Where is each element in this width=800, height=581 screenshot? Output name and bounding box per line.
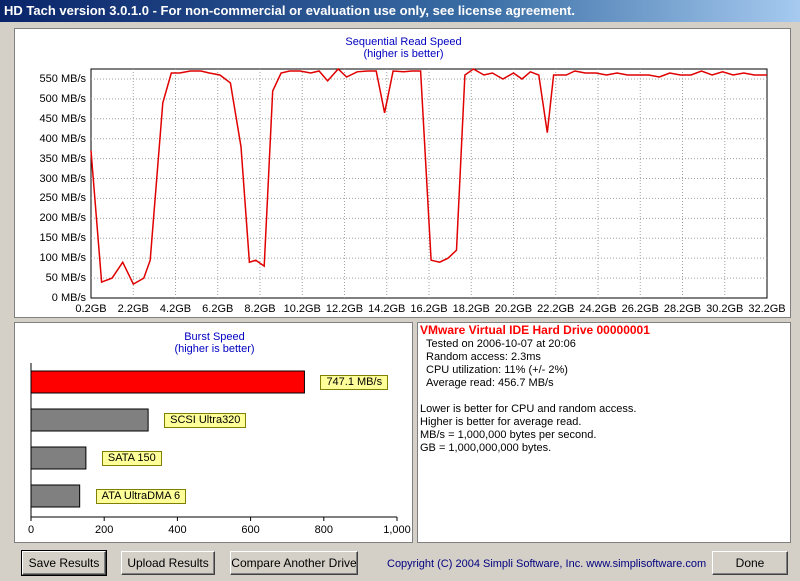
random-access: Random access: 2.3ms: [426, 351, 541, 363]
read-x-tick-label: 32.2GB: [748, 303, 786, 315]
burst-chart-plot: [30, 363, 398, 521]
save-results-button[interactable]: Save Results: [21, 550, 107, 576]
window-title-bar: HD Tach version 3.0.1.0 - For non-commer…: [0, 0, 800, 22]
read-chart-panel: Sequential Read Speed (higher is better)…: [14, 28, 791, 318]
burst-bar: [30, 370, 305, 394]
burst-bar: [30, 446, 87, 470]
drive-info-panel: VMware Virtual IDE Hard Drive 00000001 T…: [417, 322, 791, 543]
read-y-tick-label: 550 MB/s: [39, 72, 86, 85]
read-y-tick-label: 100 MB/s: [39, 252, 86, 265]
read-x-tick-label: 28.2GB: [663, 303, 702, 315]
burst-bar-label: 747.1 MB/s: [320, 375, 389, 390]
read-y-tick-label: 250 MB/s: [39, 192, 86, 205]
read-y-tick-label: 150 MB/s: [39, 232, 86, 245]
read-x-tick-label: 18.2GB: [452, 303, 490, 315]
burst-bar: [30, 408, 149, 432]
read-plot-area: [90, 68, 768, 299]
read-y-tick-label: 400 MB/s: [39, 132, 86, 145]
read-x-tick-label: 14.2GB: [368, 303, 406, 315]
read-y-tick-label: 300 MB/s: [39, 172, 86, 185]
read-chart-plot: [90, 67, 768, 299]
read-x-tick-label: 16.2GB: [410, 303, 448, 315]
read-x-tick-label: 10.2GB: [283, 303, 321, 315]
average-read: Average read: 456.7 MB/s: [426, 377, 554, 389]
read-x-tick-label: 0.2GB: [75, 303, 107, 315]
read-x-tick-label: 26.2GB: [621, 303, 659, 315]
read-x-tick-label: 30.2GB: [706, 303, 744, 315]
tested-on: Tested on 2006-10-07 at 20:06: [426, 338, 576, 350]
done-button[interactable]: Done: [712, 551, 788, 575]
info-note-cpu: Lower is better for CPU and random acces…: [420, 403, 637, 415]
info-note-read: Higher is better for average read.: [420, 416, 582, 428]
read-x-tick-label: 20.2GB: [494, 303, 533, 315]
read-y-tick-label: 500 MB/s: [39, 92, 86, 105]
read-x-tick-label: 24.2GB: [579, 303, 617, 315]
burst-bar-label: SCSI Ultra320: [164, 413, 247, 428]
read-x-tick-label: 2.2GB: [117, 303, 149, 315]
burst-bar-label: SATA 150: [101, 451, 162, 466]
info-note-mbs: MB/s = 1,000,000 bytes per second.: [420, 429, 597, 441]
read-y-tick-label: 50 MB/s: [45, 272, 86, 285]
cpu-utilization: CPU utilization: 11% (+/- 2%): [426, 364, 568, 376]
upload-results-button[interactable]: Upload Results: [121, 551, 215, 575]
window-title: HD Tach version 3.0.1.0 - For non-commer…: [4, 3, 575, 18]
compare-drive-button[interactable]: Compare Another Drive: [230, 551, 358, 575]
read-y-tick-label: 350 MB/s: [39, 152, 86, 165]
read-x-tick-label: 4.2GB: [159, 303, 192, 315]
read-y-tick-label: 200 MB/s: [39, 212, 86, 225]
burst-bar: [30, 484, 81, 508]
burst-chart-panel: Burst Speed (higher is better) 0 200 400 60…: [14, 322, 413, 543]
read-speed-line: [90, 67, 767, 286]
info-note-gb: GB = 1,000,000,000 bytes.: [420, 442, 552, 454]
read-x-tick-label: 8.2GB: [244, 303, 276, 315]
read-chart-title: Sequential Read Speed: [345, 36, 462, 48]
read-x-tick-label: 12.2GB: [325, 303, 364, 315]
drive-name: VMware Virtual IDE Hard Drive 00000001: [420, 323, 650, 337]
read-x-tick-label: 6.2GB: [202, 303, 234, 315]
copyright-text: Copyright (C) 2004 Simpli Software, Inc.…: [387, 558, 707, 570]
read-x-tick-label: 22.2GB: [537, 303, 575, 315]
burst-bar-label: ATA UltraDMA 6: [95, 489, 187, 504]
read-y-tick-label: 450 MB/s: [39, 112, 86, 125]
read-chart-subtitle: (higher is better): [363, 48, 444, 60]
